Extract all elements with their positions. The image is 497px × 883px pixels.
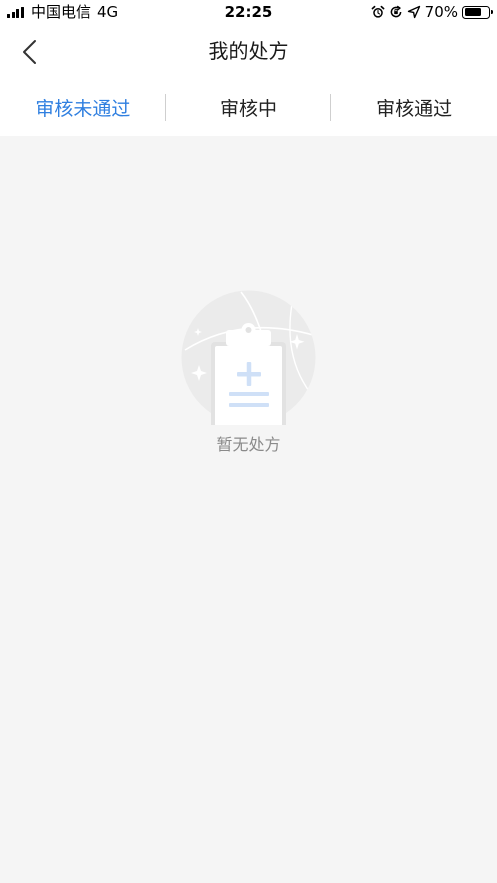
screen: 中国电信 4G 22:25 70% 我的处方 审核未通过 审核中 审核通过 暂无… xyxy=(0,0,497,883)
clipboard-plus-icon xyxy=(181,290,316,425)
empty-message: 暂无处方 xyxy=(216,435,281,454)
tab-label: 审核中 xyxy=(220,97,278,120)
tab-rejected[interactable]: 审核未通过 xyxy=(0,78,166,136)
empty-state: 暂无处方 xyxy=(0,290,497,460)
battery-level xyxy=(464,8,481,16)
status-bar: 中国电信 4G 22:25 70% xyxy=(0,0,497,24)
status-right: 70% xyxy=(371,3,493,21)
tab-label: 审核未通过 xyxy=(35,97,131,120)
nav-bar: 我的处方 xyxy=(0,24,497,78)
tab-label: 审核通过 xyxy=(376,97,453,120)
tab-under-review[interactable]: 审核中 xyxy=(166,78,332,136)
location-arrow-icon xyxy=(407,5,420,19)
page-title: 我的处方 xyxy=(208,39,289,63)
alarm-clock-icon xyxy=(371,5,385,18)
tab-bar: 审核未通过 审核中 审核通过 xyxy=(0,78,497,136)
battery-percent: 70% xyxy=(424,3,458,21)
tab-approved[interactable]: 审核通过 xyxy=(331,78,497,136)
battery-icon xyxy=(462,5,493,19)
orientation-lock-icon xyxy=(390,5,402,18)
